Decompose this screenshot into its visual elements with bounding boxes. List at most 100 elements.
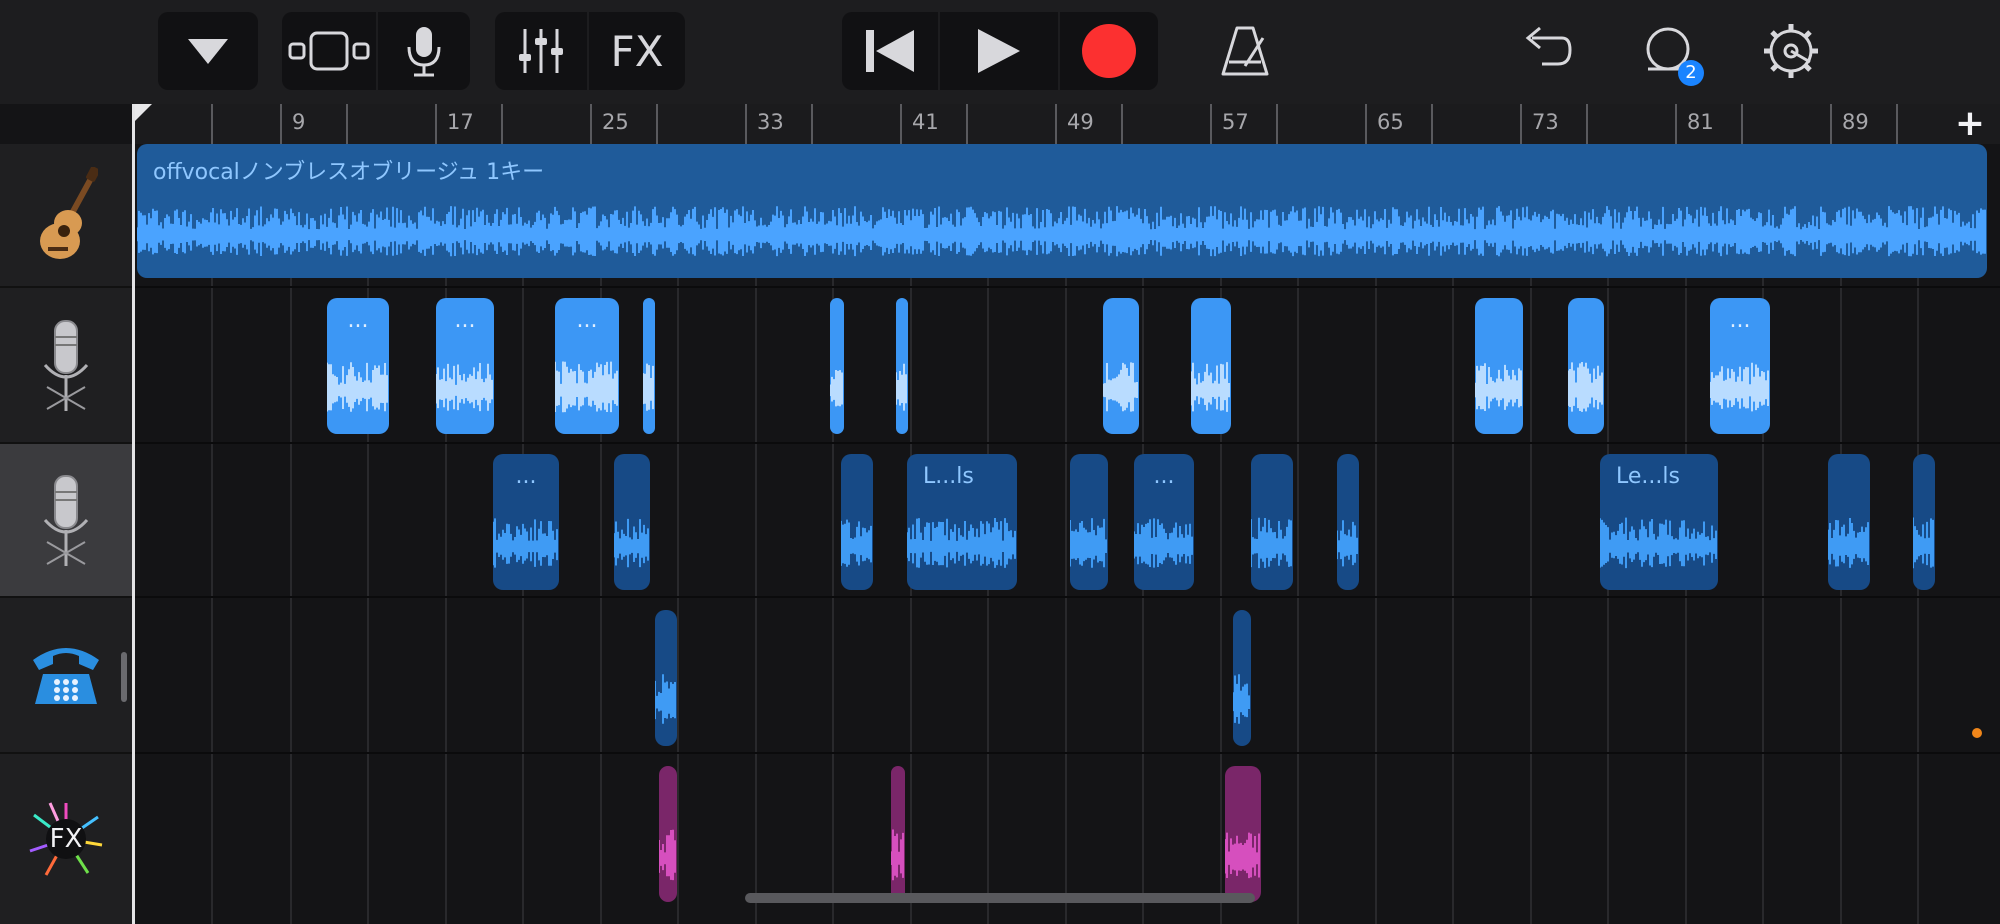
ruler-bar-tick bbox=[435, 104, 437, 144]
waveform bbox=[555, 361, 618, 413]
ruler-tick bbox=[656, 104, 658, 144]
region[interactable] bbox=[1070, 454, 1108, 590]
waveform bbox=[1103, 362, 1138, 412]
region[interactable] bbox=[655, 610, 677, 746]
ruler-tick bbox=[1896, 104, 1898, 144]
region[interactable] bbox=[659, 766, 677, 902]
region[interactable]: Le...ls bbox=[1600, 454, 1718, 590]
tracks-view-icon bbox=[288, 31, 370, 71]
rewind-button[interactable] bbox=[842, 12, 938, 90]
settings-button[interactable] bbox=[1760, 20, 1822, 82]
play-button[interactable] bbox=[940, 12, 1058, 90]
play-icon bbox=[978, 29, 1020, 73]
mic-button[interactable] bbox=[378, 12, 470, 90]
ruler-bar-tick bbox=[1830, 104, 1832, 144]
track-separator bbox=[135, 596, 2000, 598]
region-label: ... bbox=[515, 464, 537, 489]
region[interactable]: offvocalノンブレスオブリージュ 1キー bbox=[137, 144, 1987, 278]
region[interactable]: L...ls bbox=[907, 454, 1017, 590]
region[interactable] bbox=[643, 298, 655, 434]
track-header-fx[interactable]: FX bbox=[0, 754, 132, 924]
region[interactable] bbox=[1225, 766, 1261, 902]
mixer-button[interactable] bbox=[495, 12, 587, 90]
region[interactable] bbox=[1913, 454, 1935, 590]
region[interactable] bbox=[1233, 610, 1251, 746]
ruler-tick bbox=[346, 104, 348, 144]
region[interactable]: ... bbox=[436, 298, 494, 434]
toolbar: FX 2 bbox=[0, 0, 2000, 104]
region[interactable] bbox=[1103, 298, 1139, 434]
waveform bbox=[1191, 361, 1230, 412]
timeline-ruler[interactable]: 9 17 25 33 41 49 57 65 73 81 89 bbox=[134, 104, 2000, 144]
ruler-bar-label: 89 bbox=[1842, 110, 1869, 134]
track-separator bbox=[135, 442, 2000, 444]
fx-label: FX bbox=[610, 26, 664, 76]
skip-back-icon bbox=[866, 30, 914, 72]
undo-button[interactable] bbox=[1515, 20, 1575, 82]
region[interactable] bbox=[1828, 454, 1870, 590]
ruler-bar-tick bbox=[900, 104, 902, 144]
ruler-tick bbox=[211, 104, 213, 144]
track-header-guitar[interactable] bbox=[0, 144, 132, 288]
ruler-tick bbox=[1741, 104, 1743, 144]
waveform bbox=[1337, 520, 1358, 567]
ruler-bar-tick bbox=[1675, 104, 1677, 144]
undo-icon bbox=[1525, 26, 1572, 66]
track-header-telephone[interactable] bbox=[0, 598, 132, 754]
playhead bbox=[132, 104, 135, 924]
record-button[interactable] bbox=[1060, 12, 1158, 90]
region[interactable] bbox=[614, 454, 650, 590]
waveform bbox=[1600, 517, 1717, 568]
fx-button[interactable]: FX bbox=[589, 12, 685, 90]
waveform bbox=[327, 362, 388, 412]
playhead-handle[interactable] bbox=[132, 104, 152, 124]
horizontal-scrollbar[interactable] bbox=[745, 893, 1255, 903]
waveform bbox=[614, 518, 649, 568]
metronome-button[interactable] bbox=[1215, 18, 1275, 84]
region[interactable] bbox=[891, 766, 905, 902]
browser-button[interactable] bbox=[158, 12, 258, 90]
ruler-bar-label: 9 bbox=[292, 110, 306, 134]
record-icon bbox=[1082, 24, 1136, 78]
tracks-view-button[interactable] bbox=[282, 12, 376, 90]
track-resize-handle[interactable] bbox=[121, 652, 127, 702]
waveform bbox=[436, 362, 493, 411]
region[interactable] bbox=[1475, 298, 1523, 434]
region[interactable] bbox=[1251, 454, 1293, 590]
loops-button[interactable]: 2 bbox=[1636, 18, 1708, 88]
add-section-button[interactable]: + bbox=[1950, 104, 1990, 144]
region[interactable] bbox=[1337, 454, 1359, 590]
region[interactable] bbox=[1191, 298, 1231, 434]
region[interactable]: ... bbox=[327, 298, 389, 434]
mixer-sliders-icon bbox=[519, 29, 563, 73]
waveform bbox=[841, 519, 872, 567]
ruler-bar-tick bbox=[1210, 104, 1212, 144]
ruler-bar-label: 57 bbox=[1222, 110, 1249, 134]
region[interactable] bbox=[830, 298, 844, 434]
tracks-area: offvocalノンブレスオブリージュ 1キー............... L.… bbox=[135, 144, 2000, 924]
ruler-tick bbox=[1586, 104, 1588, 144]
region[interactable] bbox=[896, 298, 908, 434]
waveform bbox=[137, 206, 1986, 257]
region-label: ... bbox=[576, 308, 598, 333]
region[interactable]: ... bbox=[493, 454, 559, 590]
track-header-mic-1[interactable] bbox=[0, 288, 132, 444]
waveform bbox=[1233, 674, 1250, 724]
region[interactable]: ... bbox=[1710, 298, 1770, 434]
view-mic-group bbox=[282, 12, 470, 90]
region[interactable]: ... bbox=[1134, 454, 1194, 590]
region[interactable]: ... bbox=[555, 298, 619, 434]
input-level-dot bbox=[1972, 728, 1982, 738]
ruler-bar-tick bbox=[590, 104, 592, 144]
waveform bbox=[1913, 517, 1934, 569]
region[interactable] bbox=[1568, 298, 1604, 434]
ruler-tick bbox=[1431, 104, 1433, 144]
ruler-tick bbox=[966, 104, 968, 144]
ruler-bar-tick bbox=[1055, 104, 1057, 144]
ruler-bar-label: 17 bbox=[447, 110, 474, 134]
loops-badge: 2 bbox=[1678, 60, 1704, 86]
region[interactable] bbox=[841, 454, 873, 590]
waveform bbox=[643, 363, 654, 411]
ruler-bar-label: 65 bbox=[1377, 110, 1404, 134]
track-header-mic-2[interactable] bbox=[0, 444, 132, 598]
